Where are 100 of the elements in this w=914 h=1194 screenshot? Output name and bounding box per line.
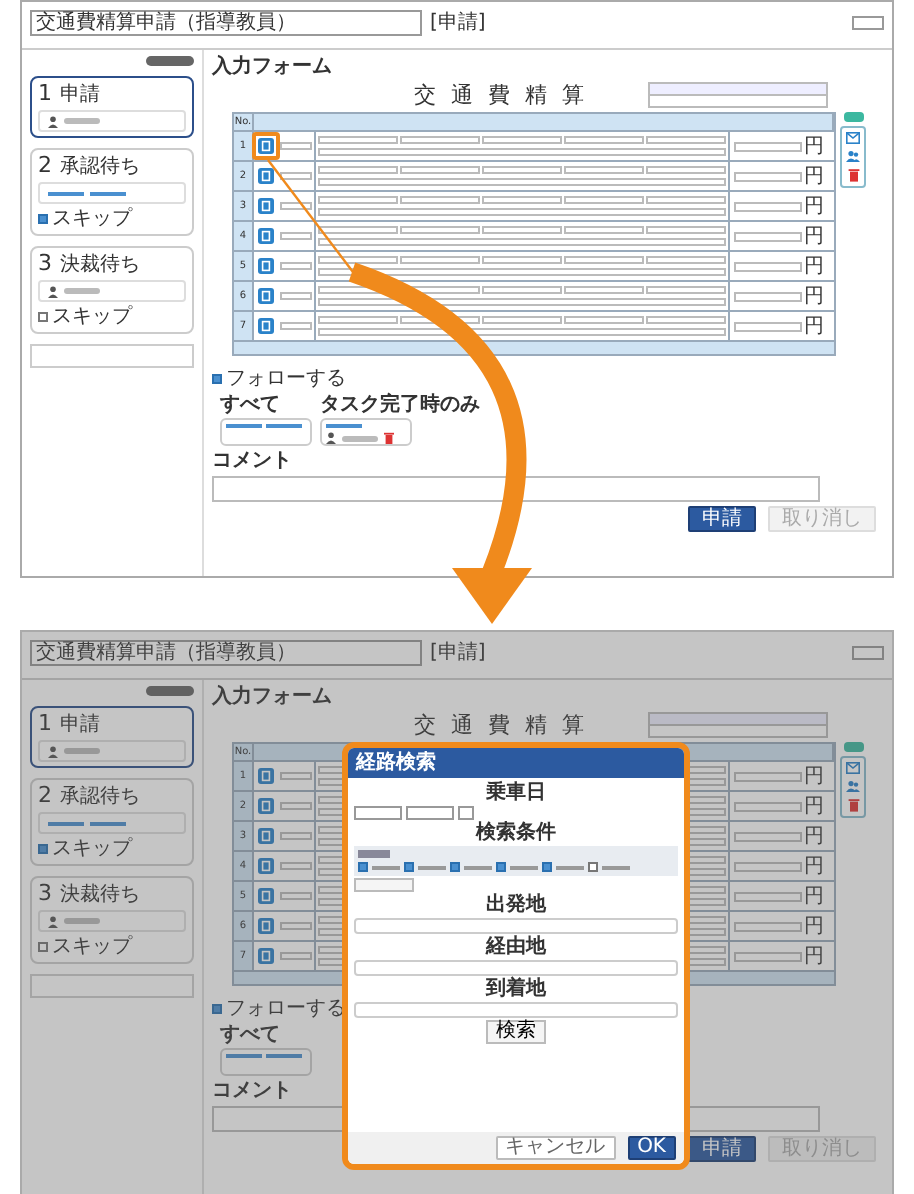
input-field[interactable]: [280, 892, 312, 900]
input-field[interactable]: [318, 208, 726, 216]
comment-field[interactable]: [212, 476, 821, 502]
input-field[interactable]: [564, 136, 644, 144]
input-field[interactable]: [280, 952, 312, 960]
amount-field[interactable]: [734, 921, 802, 931]
add-link[interactable]: [90, 821, 126, 825]
input-field[interactable]: [482, 136, 562, 144]
input-field[interactable]: [564, 286, 644, 294]
amount-field[interactable]: [734, 951, 802, 961]
input-field[interactable]: [318, 268, 726, 276]
input-field[interactable]: [354, 960, 678, 976]
amount-field[interactable]: [734, 321, 802, 331]
input-field[interactable]: [318, 136, 398, 144]
checkbox[interactable]: [358, 862, 368, 872]
date-select[interactable]: [406, 806, 454, 820]
checkbox[interactable]: [496, 862, 506, 872]
input-field[interactable]: [354, 1002, 678, 1018]
input-field[interactable]: [280, 232, 312, 240]
input-field[interactable]: [318, 238, 726, 246]
input-field[interactable]: [280, 862, 312, 870]
input-field[interactable]: [318, 196, 398, 204]
input-field[interactable]: [482, 196, 562, 204]
input-field[interactable]: [646, 136, 726, 144]
input-field[interactable]: [400, 136, 480, 144]
input-field[interactable]: [400, 166, 480, 174]
amount-field[interactable]: [734, 291, 802, 301]
input-field[interactable]: [400, 316, 480, 324]
input-field[interactable]: [280, 262, 312, 270]
apply-button[interactable]: 申請: [688, 506, 756, 532]
checkbox[interactable]: [38, 214, 48, 224]
input-field[interactable]: [280, 202, 312, 210]
checkbox[interactable]: [588, 862, 598, 872]
step-card[interactable]: 3 決裁待ち スキップ: [30, 876, 194, 964]
input-field[interactable]: [280, 922, 312, 930]
input-field[interactable]: [646, 226, 726, 234]
input-field[interactable]: [318, 178, 726, 186]
checkbox[interactable]: [38, 844, 48, 854]
input-field[interactable]: [646, 316, 726, 324]
input-field[interactable]: [482, 166, 562, 174]
input-field[interactable]: [318, 316, 398, 324]
input-field[interactable]: [318, 298, 726, 306]
input-field[interactable]: [318, 166, 398, 174]
add-link[interactable]: [90, 191, 126, 195]
step-card[interactable]: 2 承認待ち スキップ: [30, 148, 194, 236]
amount-field[interactable]: [734, 141, 802, 151]
input-field[interactable]: [564, 256, 644, 264]
input-field[interactable]: [318, 148, 726, 156]
input-field[interactable]: [646, 166, 726, 174]
input-field[interactable]: [564, 166, 644, 174]
apply-button[interactable]: 申請: [688, 1136, 756, 1162]
input-field[interactable]: [482, 316, 562, 324]
select-field[interactable]: [650, 84, 826, 96]
checkbox[interactable]: [542, 862, 552, 872]
year-select[interactable]: [354, 806, 402, 820]
input-field[interactable]: [280, 142, 312, 150]
cancel-button[interactable]: キャンセル: [495, 1136, 616, 1160]
step-card[interactable]: 1 申請: [30, 706, 194, 768]
amount-field[interactable]: [734, 831, 802, 841]
input-field[interactable]: [400, 226, 480, 234]
input-field[interactable]: [318, 226, 398, 234]
checkbox[interactable]: [38, 312, 48, 322]
preset-button[interactable]: [354, 878, 414, 892]
select-field[interactable]: [650, 714, 826, 726]
add-link[interactable]: [48, 821, 84, 825]
ok-button[interactable]: OK: [627, 1136, 676, 1160]
input-field[interactable]: [354, 918, 678, 934]
amount-field[interactable]: [734, 261, 802, 271]
input-field[interactable]: [318, 256, 398, 264]
add-link[interactable]: [48, 191, 84, 195]
checkbox[interactable]: [404, 862, 414, 872]
group-select[interactable]: [852, 645, 884, 659]
amount-field[interactable]: [734, 771, 802, 781]
input-field[interactable]: [646, 286, 726, 294]
toggle-button[interactable]: [146, 686, 194, 696]
step-card[interactable]: 1 申請: [30, 76, 194, 138]
amount-field[interactable]: [734, 861, 802, 871]
title-field[interactable]: 交通費精算申請（指導教員）: [30, 639, 422, 665]
calendar-button[interactable]: [458, 806, 474, 820]
input-field[interactable]: [280, 802, 312, 810]
input-field[interactable]: [280, 322, 312, 330]
step-card[interactable]: 3 決裁待ち スキップ: [30, 246, 194, 334]
amount-field[interactable]: [734, 231, 802, 241]
input-field[interactable]: [482, 286, 562, 294]
title-field[interactable]: 交通費精算申請（指導教員）: [30, 9, 422, 35]
input-field[interactable]: [280, 292, 312, 300]
amount-field[interactable]: [734, 201, 802, 211]
input-field[interactable]: [564, 226, 644, 234]
checkbox[interactable]: [38, 942, 48, 952]
step-card[interactable]: 2 承認待ち スキップ: [30, 778, 194, 866]
input-field[interactable]: [646, 196, 726, 204]
input-field[interactable]: [400, 196, 480, 204]
checkbox[interactable]: [212, 374, 222, 384]
input-field[interactable]: [482, 256, 562, 264]
amount-field[interactable]: [734, 171, 802, 181]
search-button[interactable]: 検索: [486, 1020, 546, 1044]
toggle-button[interactable]: [146, 56, 194, 66]
input-field[interactable]: [564, 196, 644, 204]
input-field[interactable]: [482, 226, 562, 234]
amount-field[interactable]: [734, 891, 802, 901]
